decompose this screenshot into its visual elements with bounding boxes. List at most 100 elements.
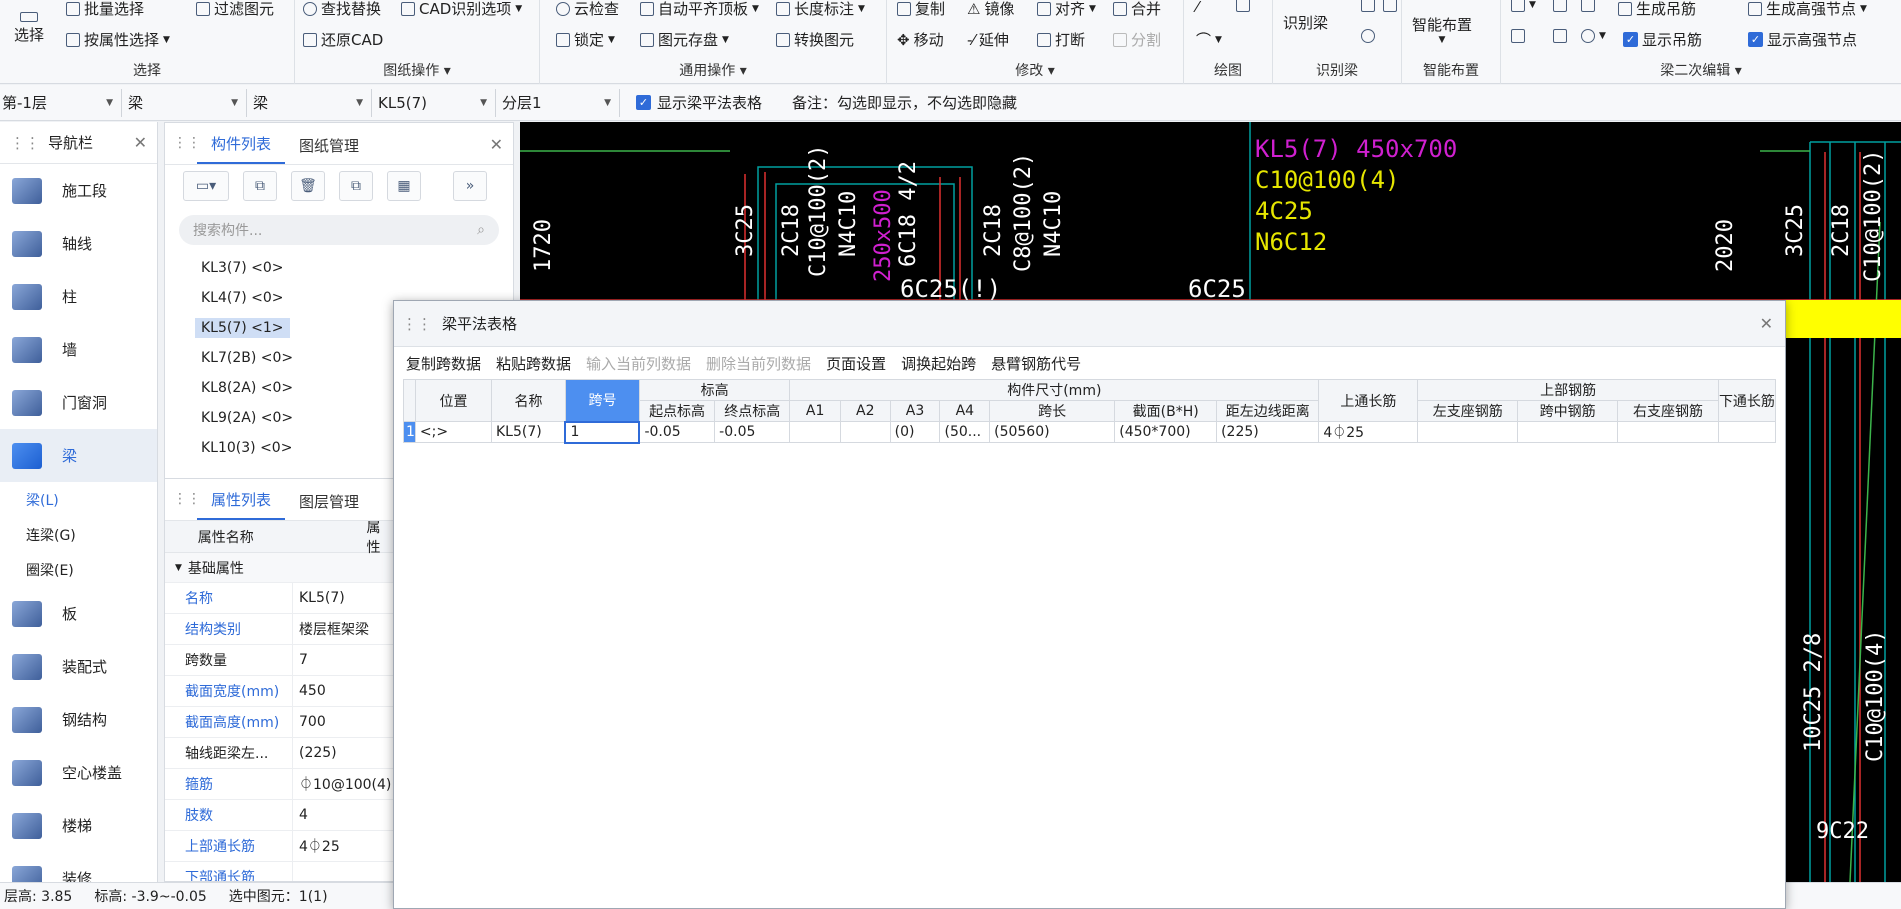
auto-flat-button[interactable]: 自动平齐顶板 ▼ (640, 0, 759, 19)
property-row[interactable]: 上部通长筋 4⏀25 (165, 831, 393, 862)
nav-item-hollow-floor[interactable]: 空心楼盖 (0, 746, 157, 799)
secondary-edit-label[interactable]: 梁二次编辑 ▾ (1501, 60, 1901, 80)
cell-name[interactable]: KL5(7) (491, 421, 566, 443)
length-mark-button[interactable]: 长度标注 ▼ (776, 0, 865, 19)
tab-layer-management[interactable]: 图层管理 (285, 491, 373, 520)
component-select[interactable]: KL5(7) ▼ (372, 88, 496, 117)
cell-left-seat[interactable] (1417, 421, 1519, 443)
nav-subitem-beam-l[interactable]: 梁(L) (0, 482, 157, 517)
nav-item-construction-stage[interactable]: 施工段 (0, 164, 157, 217)
gen-haunch-button[interactable]: 生成高强节点 ▼ (1748, 0, 1867, 19)
input-column-data-button[interactable]: 输入当前列数据 (586, 353, 691, 374)
cell-elev-start[interactable]: -0.05 (638, 421, 716, 443)
cell-a2[interactable] (839, 421, 891, 443)
table-header-mid-span[interactable]: 跨中钢筋 (1517, 400, 1619, 422)
drawing-ops-label[interactable]: 图纸操作 ▾ (295, 60, 539, 80)
arc-draw-button[interactable]: ⌒ ▼ (1196, 29, 1222, 50)
nav-item-stairs[interactable]: 楼梯 (0, 799, 157, 852)
nav-item-wall[interactable]: 墙 (0, 323, 157, 376)
property-group-basic[interactable]: ▼ 基础属性 (165, 553, 393, 583)
property-row[interactable]: 下部通长筋 (165, 862, 393, 881)
recognize-tool-3[interactable] (1361, 29, 1375, 43)
cell-bottom-cont[interactable] (1717, 421, 1776, 443)
sec-tool-2[interactable] (1553, 0, 1567, 12)
cell-right-seat[interactable] (1617, 421, 1719, 443)
common-ops-label[interactable]: 通用操作 ▾ (540, 60, 886, 80)
nav-item-axis[interactable]: 轴线 (0, 217, 157, 270)
modify-group-label[interactable]: 修改 ▾ (887, 60, 1183, 80)
close-icon[interactable]: ✕ (1760, 314, 1773, 333)
property-row[interactable]: 名称 KL5(7) (165, 583, 393, 614)
table-header-span-length[interactable]: 跨长 (989, 400, 1116, 422)
show-table-checkbox[interactable]: ✓ 显示梁平法表格 (636, 92, 762, 113)
cell-span-length[interactable]: (50560) (989, 421, 1116, 443)
nav-item-steel[interactable]: 钢结构 (0, 693, 157, 746)
show-hanger-checkbox[interactable]: ✓ 显示吊筋 (1623, 29, 1702, 50)
select-button[interactable]: 选择 (14, 12, 44, 45)
sec-tool-1[interactable]: ▼ (1511, 0, 1536, 12)
table-header-name[interactable]: 名称 (491, 379, 566, 422)
smart-layout-button[interactable]: 智能布置 ▼ (1412, 14, 1472, 45)
property-row[interactable]: 箍筋 ⏀10@100(4) (165, 769, 393, 800)
nav-item-prefab[interactable]: 装配式 (0, 640, 157, 693)
nav-item-column[interactable]: 柱 (0, 270, 157, 323)
table-header-top-cont[interactable]: 上通长筋 (1318, 379, 1419, 422)
cell-span-editing[interactable]: 1 (564, 420, 641, 444)
copy-button[interactable]: 复制 (897, 0, 945, 19)
sec-tool-6[interactable]: ▼ (1581, 29, 1606, 43)
type-select-2[interactable]: 梁 ▼ (247, 88, 372, 117)
list-item[interactable]: KL3(7) <0> (165, 253, 513, 283)
delete-column-data-button[interactable]: 删除当前列数据 (706, 353, 811, 374)
table-header-span[interactable]: 跨号 (564, 379, 640, 422)
move-button[interactable]: ✥ 移动 (897, 29, 944, 50)
recognize-tool-2[interactable] (1383, 0, 1397, 12)
select-by-attr-button[interactable]: 按属性选择 ▼ (66, 29, 170, 50)
table-row[interactable]: 1 <;> KL5(7) 1 -0.05 -0.05 (0) (50... (5… (403, 420, 1776, 444)
filter-component-button[interactable]: ▦ (387, 171, 421, 201)
sec-tool-5[interactable] (1553, 29, 1567, 43)
table-header-a1[interactable]: A1 (789, 400, 841, 422)
more-button[interactable]: » (453, 171, 487, 201)
cell-elev-end[interactable]: -0.05 (714, 421, 791, 443)
copy-component-button[interactable]: ⧉ (243, 171, 277, 201)
table-header-section[interactable]: 截面(B*H) (1114, 400, 1218, 422)
cell-section[interactable]: (450*700) (1114, 421, 1218, 443)
type-select-1[interactable]: 梁 ▼ (122, 88, 247, 117)
table-header-elev-end[interactable]: 终点标高 (714, 400, 791, 422)
nav-item-slab[interactable]: 板 (0, 587, 157, 640)
table-header-a2[interactable]: A2 (839, 400, 891, 422)
page-setup-button[interactable]: 页面设置 (826, 353, 886, 374)
close-icon[interactable]: ✕ (490, 135, 503, 154)
table-header-bottom-cont[interactable]: 下通长筋 (1717, 379, 1776, 422)
tab-drawing-management[interactable]: 图纸管理 (285, 135, 373, 164)
show-haunch-checkbox[interactable]: ✓ 显示高强节点 (1748, 29, 1857, 50)
cell-pos[interactable]: <;> (414, 421, 493, 443)
table-header-left-seat[interactable]: 左支座钢筋 (1417, 400, 1519, 422)
dialog-title-bar[interactable]: ⋮⋮ 梁平法表格 ✕ (394, 301, 1785, 347)
layer-select[interactable]: 分层1 ▼ (496, 88, 620, 117)
property-row[interactable]: 截面高度(mm) 700 (165, 707, 393, 738)
delete-component-button[interactable]: 🗑 (291, 171, 325, 201)
line-draw-button[interactable]: ⁄ (1196, 0, 1199, 16)
batch-select-button[interactable]: 批量选择 (66, 0, 144, 19)
tab-property-list[interactable]: 属性列表 (197, 489, 286, 520)
property-row[interactable]: 截面宽度(mm) 450 (165, 676, 393, 707)
table-header-right-seat[interactable]: 右支座钢筋 (1617, 400, 1719, 422)
grip-icon[interactable]: ⋮⋮ (173, 491, 201, 507)
rect-draw-button[interactable] (1236, 0, 1250, 12)
property-row[interactable]: 肢数 4 (165, 800, 393, 831)
property-row[interactable]: 轴线距梁左... (225) (165, 738, 393, 769)
cell-mid-span[interactable] (1517, 421, 1619, 443)
grip-icon[interactable]: ⋮⋮ (173, 135, 201, 151)
save-element-button[interactable]: 图元存盘 ▼ (640, 29, 729, 50)
cell-top-cont[interactable]: 4⏀25 (1318, 421, 1419, 443)
convert-element-button[interactable]: 转换图元 (776, 29, 854, 50)
recognize-tool-1[interactable] (1361, 0, 1375, 12)
align-button[interactable]: 对齐 ▼ (1037, 0, 1096, 19)
merge-button[interactable]: 合并 (1113, 0, 1161, 19)
recognize-beam-button[interactable]: 识别梁 (1283, 12, 1328, 33)
cell-a1[interactable] (789, 421, 841, 443)
mirror-button[interactable]: ⚠ 镜像 (967, 0, 1014, 19)
close-icon[interactable]: ✕ (134, 133, 147, 152)
nav-item-beam[interactable]: 梁 (0, 429, 157, 482)
